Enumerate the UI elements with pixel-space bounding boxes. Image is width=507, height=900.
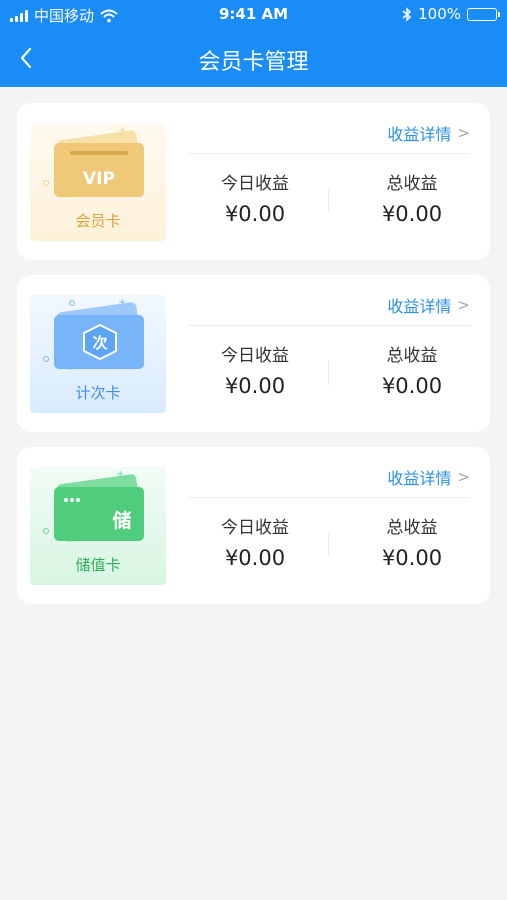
chevron-right-icon: > <box>457 468 470 486</box>
svg-text:+: + <box>118 297 126 308</box>
battery-icon <box>467 7 500 21</box>
card-type-label: 会员卡 <box>75 212 121 230</box>
svg-text:+: + <box>118 125 126 136</box>
status-bar: 中国移动 9:41 AM 100% <box>0 0 507 30</box>
today-income-value: ¥0.00 <box>224 374 286 398</box>
card-count: 次 + 计次卡 收益详情 > 今日收益 ¥0.00 总收益 ¥0.00 <box>17 275 490 432</box>
today-income-label: 今日收益 <box>221 346 289 366</box>
total-income: 总收益 ¥0.00 <box>342 513 482 570</box>
divider <box>328 533 329 557</box>
today-income: 今日收益 ¥0.00 <box>185 169 325 226</box>
divider <box>328 361 329 385</box>
divider <box>188 497 470 498</box>
total-income: 总收益 ¥0.00 <box>342 169 482 226</box>
income-detail-link[interactable]: 收益详情 > <box>387 293 470 317</box>
total-income-label: 总收益 <box>386 346 438 366</box>
badge-text: VIP <box>83 169 115 189</box>
badge-text: 次 <box>92 334 107 352</box>
today-income-value: ¥0.00 <box>224 546 286 570</box>
count-card-illustration: 次 + 计次卡 <box>30 295 166 413</box>
total-income-value: ¥0.00 <box>381 374 443 398</box>
income-detail-label: 收益详情 <box>387 297 452 316</box>
divider <box>188 325 470 326</box>
today-income-value: ¥0.00 <box>224 202 286 226</box>
card-type-label: 计次卡 <box>75 384 121 402</box>
badge-text: 储 <box>112 509 131 532</box>
total-income-label: 总收益 <box>386 174 438 194</box>
navigation-bar: 会员卡管理 <box>0 30 507 87</box>
card-stored-value: 储 + 储值卡 收益详情 > 今日收益 ¥0.00 总收益 ¥0.00 <box>17 447 490 604</box>
total-income-value: ¥0.00 <box>381 546 443 570</box>
bluetooth-icon <box>402 6 412 22</box>
income-detail-label: 收益详情 <box>387 125 452 144</box>
page-title: 会员卡管理 <box>198 50 309 75</box>
today-income-label: 今日收益 <box>221 518 289 538</box>
income-detail-label: 收益详情 <box>387 469 452 488</box>
vip-card-illustration: VIP + 会员卡 <box>30 123 166 241</box>
chevron-right-icon: > <box>457 124 470 142</box>
today-income: 今日收益 ¥0.00 <box>185 341 325 398</box>
income-detail-link[interactable]: 收益详情 > <box>387 121 470 145</box>
svg-text:+: + <box>116 469 124 480</box>
chevron-right-icon: > <box>457 296 470 314</box>
stored-value-card-illustration: 储 + 储值卡 <box>30 467 166 585</box>
total-income-label: 总收益 <box>386 518 438 538</box>
card-vip: VIP + 会员卡 收益详情 > 今日收益 ¥0.00 总收益 ¥0.00 <box>17 103 490 260</box>
app-header: 中国移动 9:41 AM 100% 会员卡管理 <box>0 0 507 87</box>
battery-percent: 100% <box>418 5 461 23</box>
today-income: 今日收益 ¥0.00 <box>185 513 325 570</box>
divider <box>188 153 470 154</box>
card-type-label: 储值卡 <box>75 556 121 574</box>
income-detail-link[interactable]: 收益详情 > <box>387 465 470 489</box>
total-income-value: ¥0.00 <box>381 202 443 226</box>
divider <box>328 189 329 213</box>
total-income: 总收益 ¥0.00 <box>342 341 482 398</box>
today-income-label: 今日收益 <box>221 174 289 194</box>
